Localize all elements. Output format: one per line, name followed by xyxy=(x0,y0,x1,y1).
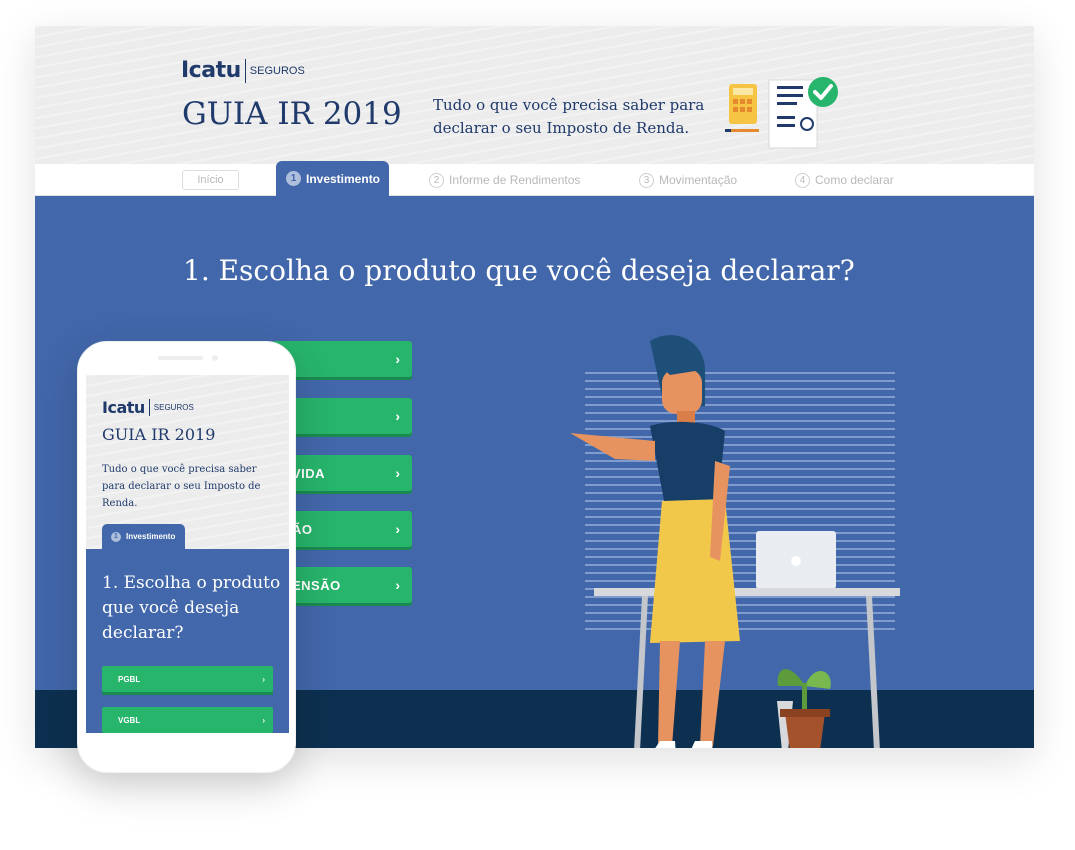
vgbl-button[interactable]: VGBL › xyxy=(102,707,273,733)
mobile-tab-investimento[interactable]: 1 Investimento xyxy=(102,524,185,549)
tab-investimento[interactable]: 1 Investimento xyxy=(276,161,389,196)
woman-at-desk-illustration xyxy=(570,335,900,748)
step-number: 1 xyxy=(111,531,121,542)
document-check-icon xyxy=(768,77,838,149)
chevron-right-icon: › xyxy=(395,577,400,593)
tax-illustration-icon xyxy=(725,77,838,149)
mobile-content-top xyxy=(86,549,289,557)
chevron-right-icon: › xyxy=(395,521,400,537)
mobile-question-heading: 1. Escolha o produto que você deseja dec… xyxy=(102,573,281,643)
nav-inicio[interactable]: Início xyxy=(182,170,239,190)
chevron-right-icon: › xyxy=(395,465,400,481)
phone-camera xyxy=(212,355,218,361)
mobile-header: Icatu SEGUROS GUIA IR 2019 Tudo o que vo… xyxy=(86,375,289,557)
tab-label: Investimento xyxy=(306,171,381,186)
tab-movimentacao[interactable]: 3 Movimentação xyxy=(639,164,737,196)
promo-stage: Icatu SEGUROS GUIA IR 2019 Tudo o que vo… xyxy=(0,0,1075,850)
logo-brand: Icatu xyxy=(102,398,145,417)
logo-brand: Icatu xyxy=(181,58,241,83)
step-number: 4 xyxy=(795,172,810,188)
step-number: 2 xyxy=(429,172,444,188)
chevron-right-icon: › xyxy=(395,408,400,424)
mobile-tagline: Tudo o que você precisa saber para decla… xyxy=(102,464,261,509)
mobile-page-title: GUIA IR 2019 xyxy=(102,425,216,444)
step-number: 3 xyxy=(639,172,654,188)
button-label: VIDA xyxy=(292,465,326,481)
chevron-right-icon: › xyxy=(262,715,265,725)
phone-speaker xyxy=(158,356,203,360)
logo-separator xyxy=(148,399,150,416)
tab-informe-de-rendimentos[interactable]: 2 Informe de Rendimentos xyxy=(429,164,580,196)
tagline-line-1: Tudo o que você precisa saber para xyxy=(433,96,705,114)
page-title: GUIA IR 2019 xyxy=(182,96,402,132)
step-navigation: Início 1 Investimento 2 Informe de Rendi… xyxy=(35,161,1034,196)
logo-separator xyxy=(244,58,246,83)
chevron-right-icon: › xyxy=(262,674,265,684)
chevron-right-icon: › xyxy=(395,351,400,367)
button-label: VGBL xyxy=(118,715,141,725)
calculator-icon xyxy=(725,84,759,132)
icatu-logo[interactable]: Icatu SEGUROS xyxy=(181,58,305,83)
step-number: 1 xyxy=(286,171,301,186)
tab-label: Informe de Rendimentos xyxy=(449,173,581,187)
mobile-phone: Icatu SEGUROS GUIA IR 2019 Tudo o que vo… xyxy=(77,341,296,773)
logo-sub: SEGUROS xyxy=(153,403,194,412)
tab-como-declarar[interactable]: 4 Como declarar xyxy=(795,164,894,196)
icatu-logo[interactable]: Icatu SEGUROS xyxy=(102,398,194,417)
logo-sub: SEGUROS xyxy=(249,64,305,77)
question-heading: 1. Escolha o produto que você deseja dec… xyxy=(183,254,855,287)
site-header: Icatu SEGUROS GUIA IR 2019 Tudo o que vo… xyxy=(35,26,1034,164)
pgbl-button[interactable]: PGBL › xyxy=(102,666,273,692)
button-label: PGBL xyxy=(118,674,141,684)
tagline: Tudo o que você precisa saber para decla… xyxy=(433,94,713,140)
mobile-screen: Icatu SEGUROS GUIA IR 2019 Tudo o que vo… xyxy=(86,375,289,733)
button-label: ENSÃO xyxy=(292,577,341,593)
tab-label: Como declarar xyxy=(815,173,894,187)
tab-label: Movimentação xyxy=(659,173,738,187)
tab-label: Investimento xyxy=(126,532,176,541)
tagline-line-2: declarar o seu Imposto de Renda. xyxy=(433,119,690,137)
